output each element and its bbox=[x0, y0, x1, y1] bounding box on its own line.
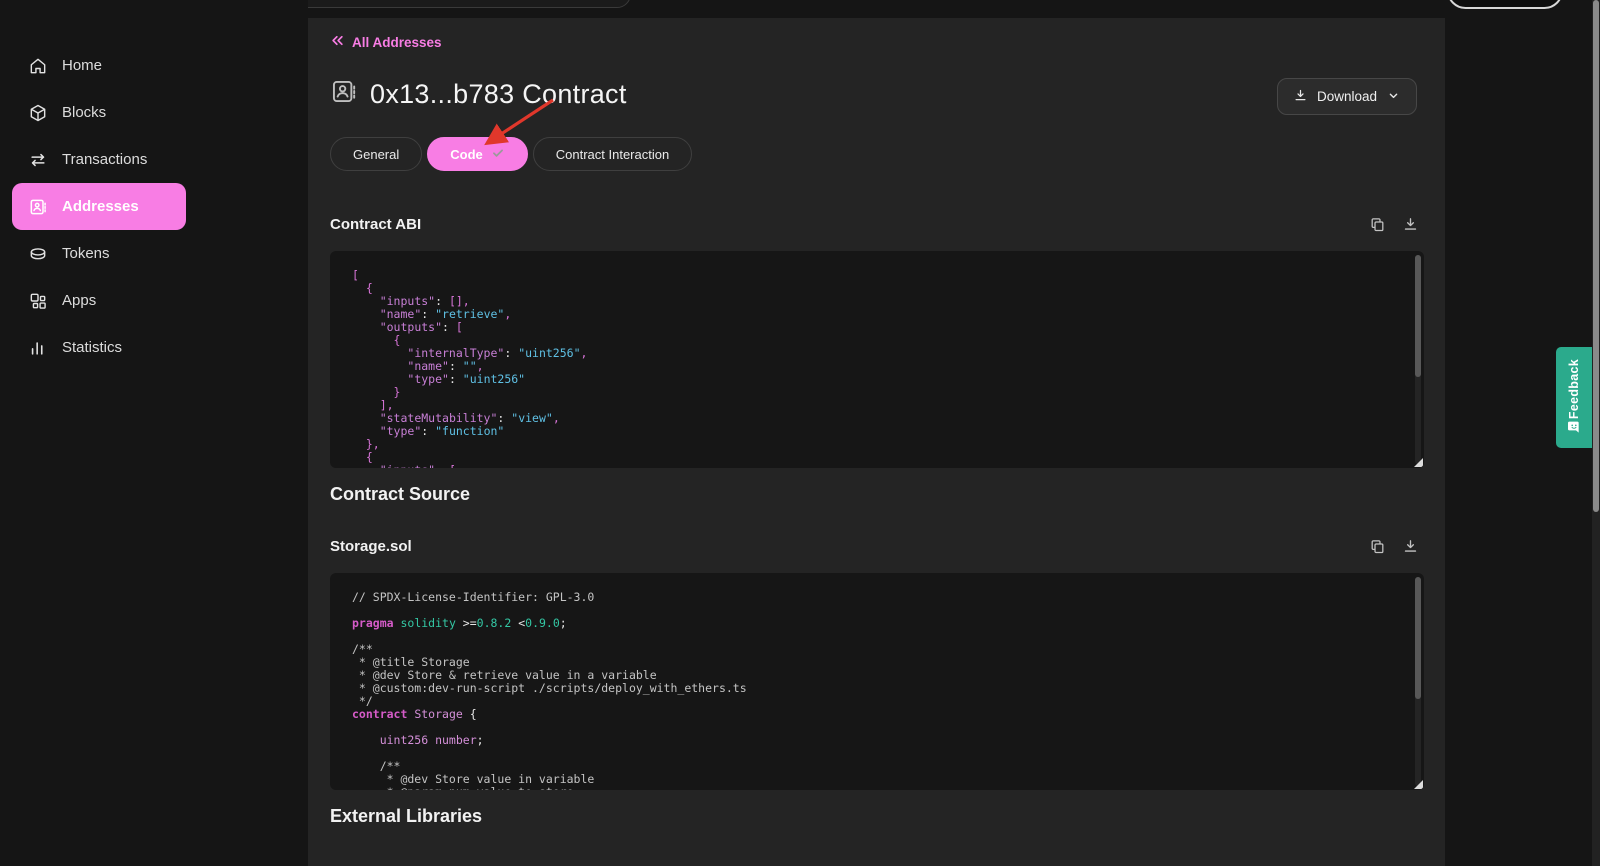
abi-resize-grip[interactable] bbox=[1414, 458, 1423, 467]
code-line: "inputs": [ bbox=[352, 464, 1394, 468]
page-scrollbar-track bbox=[1592, 0, 1600, 866]
breadcrumb-label: All Addresses bbox=[352, 35, 442, 50]
storage-sol-title: Storage.sol bbox=[330, 538, 412, 555]
breadcrumb-all-addresses[interactable]: All Addresses bbox=[330, 33, 442, 51]
abi-actions bbox=[1369, 216, 1419, 233]
sidebar-item-blocks[interactable]: Blocks bbox=[0, 89, 308, 136]
source-code: // SPDX-License-Identifier: GPL-3.0 prag… bbox=[352, 591, 1394, 790]
tab-general[interactable]: General bbox=[330, 137, 422, 171]
code-line: * @custom:dev-run-script ./scripts/deplo… bbox=[352, 682, 1394, 695]
tab-code[interactable]: Code bbox=[427, 137, 528, 171]
feedback-label: Feedback bbox=[1567, 359, 1581, 419]
code-line: { bbox=[352, 451, 1394, 464]
page-scrollbar-thumb[interactable] bbox=[1593, 0, 1599, 512]
download-icon bbox=[1293, 88, 1308, 106]
download-icon[interactable] bbox=[1402, 216, 1419, 233]
sidebar-item-label: Statistics bbox=[62, 339, 122, 356]
copy-icon[interactable] bbox=[1369, 538, 1386, 555]
sidebar-item-label: Blocks bbox=[62, 104, 106, 121]
sidebar-item-label: Apps bbox=[62, 292, 96, 309]
code-line: contract Storage { bbox=[352, 708, 1394, 721]
tab-contract-interaction[interactable]: Contract Interaction bbox=[533, 137, 692, 171]
sidebar-item-label: Home bbox=[62, 57, 102, 74]
contact-card-icon bbox=[330, 78, 357, 110]
source-resize-grip[interactable] bbox=[1414, 780, 1423, 789]
tab-label: General bbox=[353, 147, 399, 162]
sidebar-item-transactions[interactable]: Transactions bbox=[0, 136, 308, 183]
code-line: "type": "uint256" bbox=[352, 373, 1394, 386]
sidebar-item-addresses[interactable]: Addresses bbox=[12, 183, 186, 230]
code-line: "internalType": "uint256", bbox=[352, 347, 1394, 360]
sidebar: Home Blocks Transactions Addresses Tokens App… bbox=[0, 0, 308, 866]
storage-sol-code-block[interactable]: // SPDX-License-Identifier: GPL-3.0 prag… bbox=[330, 573, 1424, 790]
page-title: 0x13...b783 Contract bbox=[370, 79, 627, 110]
sidebar-item-label: Transactions bbox=[62, 151, 147, 168]
code-line: { bbox=[352, 282, 1394, 295]
external-libraries-heading: External Libraries bbox=[330, 806, 482, 827]
download-button[interactable]: Download bbox=[1277, 78, 1417, 115]
tab-label: Code bbox=[450, 147, 483, 162]
tab-label: Contract Interaction bbox=[556, 147, 669, 162]
code-line bbox=[352, 747, 1394, 760]
feedback-button[interactable]: Feedback bbox=[1556, 347, 1592, 448]
title-row: 0x13...b783 Contract bbox=[330, 78, 627, 110]
download-icon[interactable] bbox=[1402, 538, 1419, 555]
contract-source-heading: Contract Source bbox=[330, 484, 470, 505]
chevron-down-icon bbox=[1386, 88, 1401, 106]
sidebar-item-home[interactable]: Home bbox=[0, 42, 308, 89]
abi-scrollbar-track bbox=[1415, 255, 1421, 464]
code-line: "outputs": [ bbox=[352, 321, 1394, 334]
double-chevron-left-icon bbox=[330, 33, 345, 51]
code-line: /** bbox=[352, 643, 1394, 656]
blocks-icon bbox=[28, 103, 48, 123]
tab-bar: General Code Contract Interaction bbox=[330, 137, 692, 171]
home-icon bbox=[28, 56, 48, 76]
sidebar-item-label: Tokens bbox=[62, 245, 110, 262]
source-scrollbar-thumb[interactable] bbox=[1415, 577, 1421, 699]
code-line: } bbox=[352, 386, 1394, 399]
code-line bbox=[352, 630, 1394, 643]
code-line: uint256 number; bbox=[352, 734, 1394, 747]
abi-code: [ { "inputs": [], "name": "retrieve", "o… bbox=[352, 269, 1394, 468]
abi-scrollbar-thumb[interactable] bbox=[1415, 255, 1421, 377]
code-line: "stateMutability": "view", bbox=[352, 412, 1394, 425]
statistics-icon bbox=[28, 338, 48, 358]
check-icon bbox=[491, 146, 505, 163]
transactions-icon bbox=[28, 150, 48, 170]
sidebar-item-tokens[interactable]: Tokens bbox=[0, 230, 308, 277]
sidebar-nav: Home Blocks Transactions Addresses Tokens App… bbox=[0, 42, 308, 371]
tokens-icon bbox=[28, 244, 48, 264]
source-scrollbar-track bbox=[1415, 577, 1421, 786]
main-panel: All Addresses 0x13...b783 Contract Downl… bbox=[308, 18, 1445, 866]
sidebar-item-statistics[interactable]: Statistics bbox=[0, 324, 308, 371]
feedback-bubble-icon bbox=[1566, 419, 1582, 440]
top-right-button[interactable] bbox=[1447, 0, 1563, 9]
addresses-icon bbox=[28, 197, 48, 217]
contract-abi-title: Contract ABI bbox=[330, 216, 421, 233]
copy-icon[interactable] bbox=[1369, 216, 1386, 233]
download-label: Download bbox=[1317, 89, 1377, 104]
sidebar-item-label: Addresses bbox=[62, 198, 139, 215]
code-line: "type": "function" bbox=[352, 425, 1394, 438]
code-line: // SPDX-License-Identifier: GPL-3.0 bbox=[352, 591, 1394, 604]
code-line: }, bbox=[352, 438, 1394, 451]
source-actions bbox=[1369, 538, 1419, 555]
code-line: [ bbox=[352, 269, 1394, 282]
sidebar-item-apps[interactable]: Apps bbox=[0, 277, 308, 324]
code-line bbox=[352, 721, 1394, 734]
code-line: */ bbox=[352, 695, 1394, 708]
code-line: "name": "retrieve", bbox=[352, 308, 1394, 321]
contract-abi-code-block[interactable]: [ { "inputs": [], "name": "retrieve", "o… bbox=[330, 251, 1424, 468]
apps-icon bbox=[28, 291, 48, 311]
code-line: pragma solidity >=0.8.2 <0.9.0; bbox=[352, 617, 1394, 630]
code-line: * @param num value to store bbox=[352, 786, 1394, 790]
